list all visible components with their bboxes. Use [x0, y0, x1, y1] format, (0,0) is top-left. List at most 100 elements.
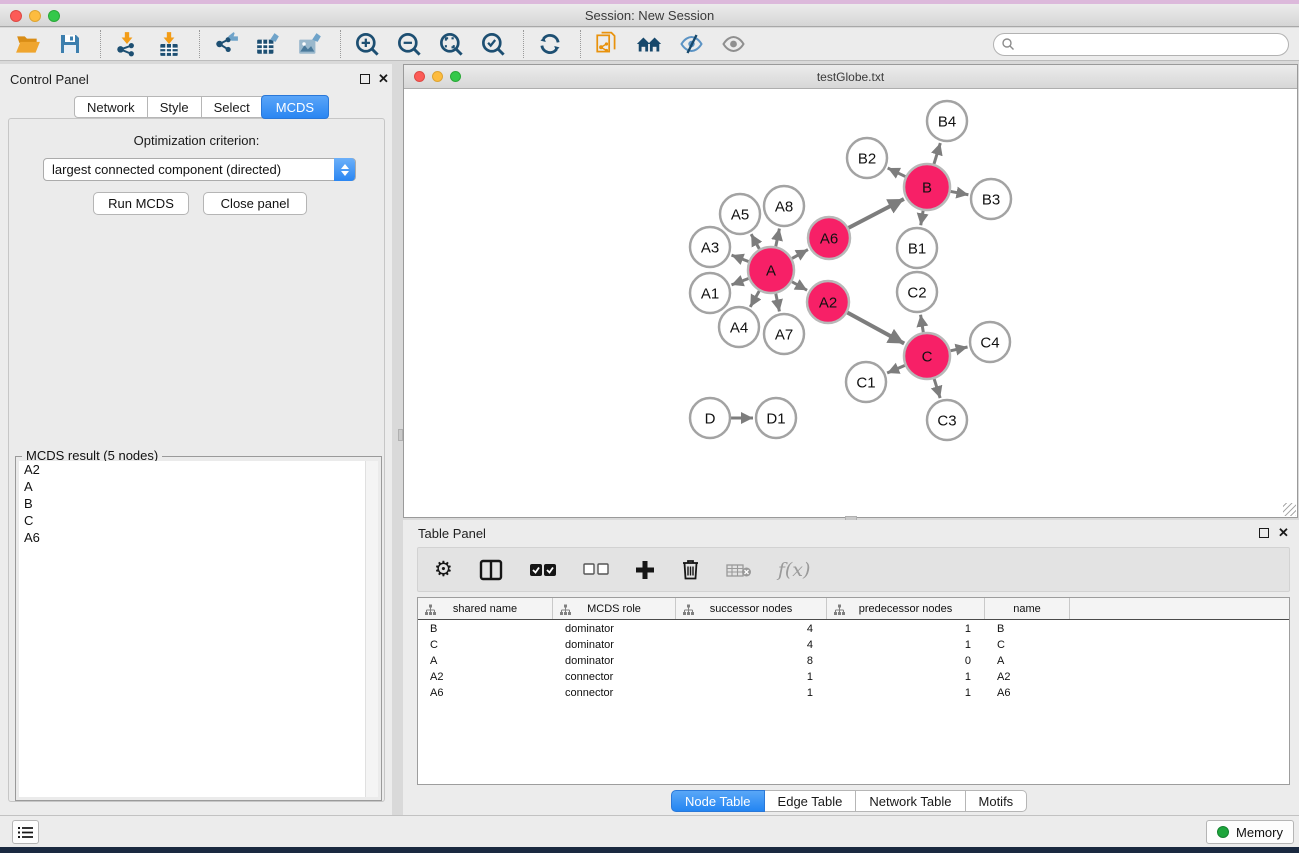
tab-edge-table[interactable]: Edge Table	[765, 790, 857, 812]
edge-A-A4[interactable]	[750, 291, 759, 307]
edge-A-A1[interactable]	[732, 278, 749, 284]
cell-name[interactable]: B	[985, 621, 1070, 637]
cell-shared_name[interactable]: C	[418, 637, 553, 653]
edge-C-C2[interactable]	[921, 315, 924, 333]
cell-predecessor_nodes[interactable]: 1	[827, 685, 985, 701]
column-header-shared_name[interactable]: shared name	[418, 598, 553, 619]
column-header-mcds_role[interactable]: MCDS role	[553, 598, 676, 619]
run-mcds-button[interactable]: Run MCDS	[93, 192, 189, 215]
edge-A6-B[interactable]	[849, 199, 904, 228]
cell-name[interactable]: A6	[985, 685, 1070, 701]
memory-button[interactable]: Memory	[1206, 820, 1294, 844]
cell-shared_name[interactable]: A2	[418, 669, 553, 685]
zoom-in-icon[interactable]	[353, 30, 381, 58]
scrollbar-track[interactable]	[365, 461, 378, 797]
tab-node-table[interactable]: Node Table	[671, 790, 765, 812]
show-column-panel-icon[interactable]	[479, 559, 503, 581]
table-row[interactable]: A6connector11A6	[418, 685, 1289, 701]
edge-A-A5[interactable]	[751, 234, 759, 249]
edge-A-A6[interactable]	[792, 250, 808, 259]
zoom-fit-icon[interactable]	[437, 30, 465, 58]
zoom-selected-icon[interactable]	[479, 30, 507, 58]
cell-name[interactable]: A	[985, 653, 1070, 669]
edge-B-B2[interactable]	[888, 168, 906, 177]
cell-predecessor_nodes[interactable]: 1	[827, 669, 985, 685]
cell-predecessor_nodes[interactable]: 1	[827, 621, 985, 637]
cell-mcds_role[interactable]: dominator	[553, 621, 676, 637]
mcds-result-item[interactable]: B	[19, 495, 378, 512]
cell-mcds_role[interactable]: dominator	[553, 637, 676, 653]
table-row[interactable]: Bdominator41B	[418, 621, 1289, 637]
mcds-result-item[interactable]: A	[19, 478, 378, 495]
cell-predecessor_nodes[interactable]: 1	[827, 637, 985, 653]
show-hidden-eye-icon[interactable]	[719, 30, 747, 58]
edge-A-A2[interactable]	[792, 282, 807, 291]
column-header-name[interactable]: name	[985, 598, 1070, 619]
cell-predecessor_nodes[interactable]: 0	[827, 653, 985, 669]
column-header-successor_nodes[interactable]: successor nodes	[676, 598, 827, 619]
deselect-all-columns-icon[interactable]	[583, 563, 609, 576]
cell-mcds_role[interactable]: connector	[553, 685, 676, 701]
float-panel-icon[interactable]	[360, 74, 370, 84]
tab-network-table[interactable]: Network Table	[856, 790, 965, 812]
edge-A-A3[interactable]	[732, 255, 749, 261]
table-row[interactable]: Adominator80A	[418, 653, 1289, 669]
cell-successor_nodes[interactable]: 8	[676, 653, 827, 669]
network-graph[interactable]: B4B2BB3A8A5A6A3B1AC2A1A2A4A7C4CC1DD1C3	[404, 89, 1297, 517]
close-panel-button[interactable]: Close panel	[203, 192, 307, 215]
tab-style[interactable]: Style	[148, 96, 202, 118]
select-all-columns-icon[interactable]	[529, 563, 557, 577]
export-network-icon[interactable]	[212, 30, 240, 58]
edge-C-C3[interactable]	[934, 379, 940, 398]
cell-mcds_role[interactable]: connector	[553, 669, 676, 685]
cell-successor_nodes[interactable]: 4	[676, 637, 827, 653]
cell-successor_nodes[interactable]: 1	[676, 685, 827, 701]
criterion-dropdown[interactable]: largest connected component (directed)	[43, 158, 356, 181]
cell-name[interactable]: C	[985, 637, 1070, 653]
create-network-from-selection-icon[interactable]	[593, 30, 621, 58]
network-canvas[interactable]: B4B2BB3A8A5A6A3B1AC2A1A2A4A7C4CC1DD1C3	[404, 89, 1297, 517]
edge-B-B3[interactable]	[951, 191, 969, 194]
delete-table-icon[interactable]	[726, 562, 752, 578]
close-panel-icon[interactable]: ✕	[1278, 525, 1289, 541]
table-row[interactable]: A2connector11A2	[418, 669, 1289, 685]
cell-mcds_role[interactable]: dominator	[553, 653, 676, 669]
tab-mcds[interactable]: MCDS	[261, 95, 329, 119]
tab-network[interactable]: Network	[74, 96, 148, 118]
edge-C-C4[interactable]	[950, 347, 967, 351]
export-image-icon[interactable]	[296, 30, 324, 58]
home-icon[interactable]	[635, 30, 663, 58]
open-session-icon[interactable]	[14, 30, 42, 58]
edge-A-A8[interactable]	[776, 229, 780, 247]
table-options-gear-icon[interactable]: ⚙	[434, 559, 453, 580]
network-window-titlebar[interactable]: testGlobe.txt	[404, 65, 1297, 89]
hide-selected-eye-slash-icon[interactable]	[677, 30, 705, 58]
mcds-result-list[interactable]: A2ABCA6	[19, 461, 378, 797]
resize-grip-icon[interactable]	[1283, 503, 1296, 516]
table-body[interactable]: Bdominator41BCdominator41CAdominator80AA…	[418, 621, 1289, 784]
add-column-plus-icon[interactable]	[635, 560, 655, 580]
import-network-icon[interactable]	[113, 30, 141, 58]
mcds-result-item[interactable]: C	[19, 512, 378, 529]
task-history-button[interactable]	[12, 820, 39, 844]
float-panel-icon[interactable]	[1259, 528, 1269, 538]
cell-shared_name[interactable]: B	[418, 621, 553, 637]
edge-A2-C[interactable]	[847, 313, 904, 344]
splitter-handle[interactable]	[398, 429, 403, 441]
table-row[interactable]: Cdominator41C	[418, 637, 1289, 653]
import-table-icon[interactable]	[155, 30, 183, 58]
delete-column-trash-icon[interactable]	[681, 559, 700, 580]
close-panel-icon[interactable]: ✕	[378, 71, 389, 87]
column-header-predecessor_nodes[interactable]: predecessor nodes	[827, 598, 985, 619]
save-session-icon[interactable]	[56, 30, 84, 58]
edge-C-C1[interactable]	[887, 365, 905, 373]
cell-successor_nodes[interactable]: 4	[676, 621, 827, 637]
function-builder-icon[interactable]: f(x)	[778, 559, 811, 581]
cell-name[interactable]: A2	[985, 669, 1070, 685]
tab-select[interactable]: Select	[202, 96, 263, 118]
cell-shared_name[interactable]: A	[418, 653, 553, 669]
cell-successor_nodes[interactable]: 1	[676, 669, 827, 685]
tab-motifs[interactable]: Motifs	[966, 790, 1028, 812]
mcds-result-item[interactable]: A2	[19, 461, 378, 478]
zoom-out-icon[interactable]	[395, 30, 423, 58]
